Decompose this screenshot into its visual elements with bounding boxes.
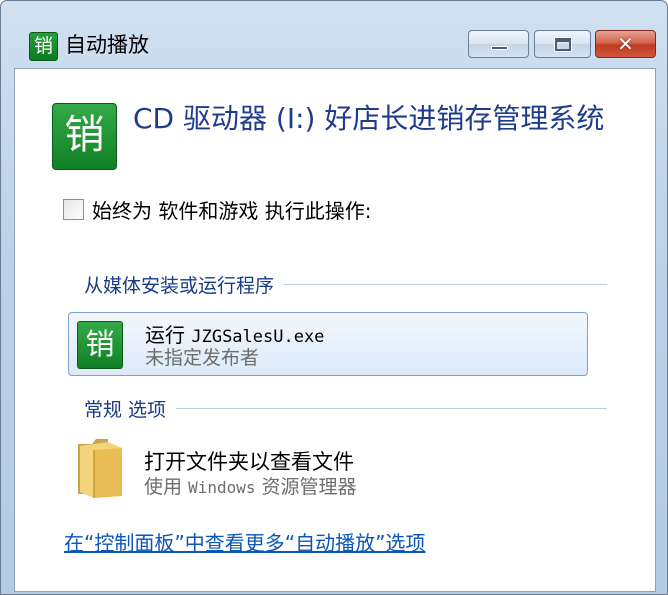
autoplay-window: 销 自动播放 ✕ (0, 0, 668, 595)
program-icon: 销 (77, 321, 123, 369)
run-program-option[interactable]: 销 运行 JZGSalesU.exe 未指定发布者 (68, 312, 588, 376)
always-do-this-row[interactable]: 始终为 软件和游戏 执行此操作: (63, 195, 371, 224)
section-divider (284, 283, 607, 285)
close-icon: ✕ (617, 32, 634, 56)
section-general-header: 常规 选项 (84, 395, 607, 421)
open-folder-subtitle-app: Windows (188, 478, 256, 497)
section-install-title: 从媒体安装或运行程序 (84, 274, 275, 297)
drive-heading: CD 驱动器 (I:) 好店长进销存管理系统 (133, 102, 605, 135)
control-panel-link[interactable]: 在“控制面板”中查看更多“自动播放”选项 (64, 527, 425, 556)
folder-icon (78, 439, 122, 498)
title-bar[interactable]: 销 自动播放 ✕ (1, 1, 667, 61)
minimize-button[interactable] (468, 30, 529, 58)
run-program-publisher: 未指定发布者 (145, 347, 260, 369)
always-do-this-checkbox[interactable] (63, 198, 84, 220)
minimize-icon (469, 31, 528, 57)
maximize-icon (535, 31, 590, 57)
open-folder-subtitle: 使用 Windows 资源管理器 (144, 472, 357, 499)
close-button[interactable]: ✕ (595, 30, 656, 58)
always-do-this-label[interactable]: 始终为 软件和游戏 执行此操作: (92, 195, 371, 224)
open-folder-subtitle-suffix: 资源管理器 (261, 476, 357, 498)
app-icon: 销 (29, 32, 58, 61)
section-divider (176, 407, 607, 409)
window-title: 自动播放 (65, 33, 149, 57)
maximize-button[interactable] (534, 30, 591, 58)
open-folder-subtitle-prefix: 使用 (144, 476, 183, 498)
drive-app-icon: 销 (52, 103, 117, 170)
section-general-title: 常规 选项 (84, 398, 167, 421)
section-install-header: 从媒体安装或运行程序 (84, 271, 607, 297)
open-folder-option[interactable]: 打开文件夹以查看文件 使用 Windows 资源管理器 (68, 428, 588, 504)
